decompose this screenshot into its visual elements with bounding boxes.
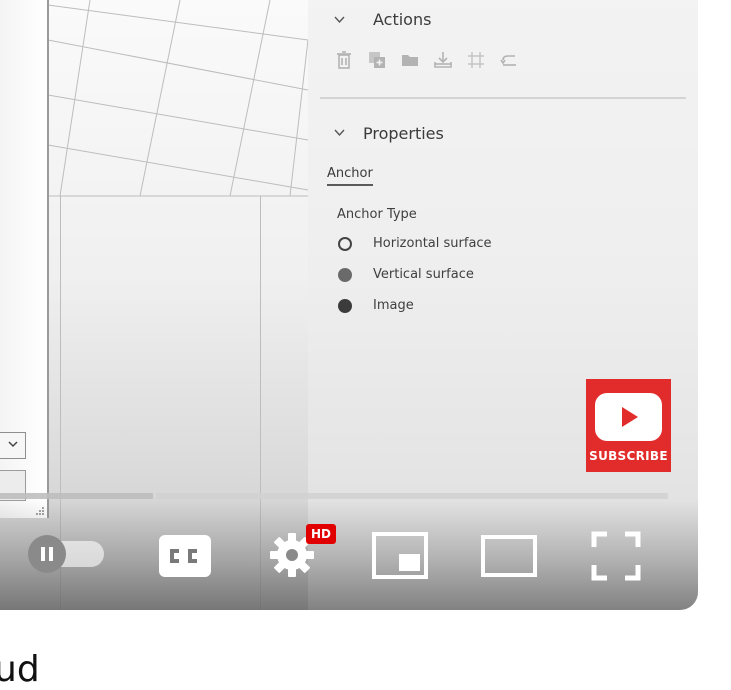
subscribe-label: SUBSCRIBE [589,449,668,463]
left-window [0,0,49,518]
subscribe-button[interactable]: SUBSCRIBE [586,379,671,472]
youtube-logo-icon [595,393,662,441]
video-player[interactable]: Actions Properties Anchor Anchor Type Ho… [0,0,698,610]
radio-vertical-surface[interactable]: Vertical surface [338,267,474,282]
toggle-knob [28,535,66,573]
radio-label: Image [373,298,414,313]
radio-horizontal-surface[interactable]: Horizontal surface [338,236,492,251]
duplicate-icon[interactable] [367,50,387,70]
cc-icon[interactable] [159,535,211,577]
folder-icon[interactable] [400,50,420,70]
autoplay-toggle[interactable] [28,535,104,573]
radio-label: Vertical surface [373,267,474,282]
anchor-type-label: Anchor Type [337,207,417,222]
chevron-down-icon[interactable] [334,16,345,24]
hd-badge: HD [306,524,336,544]
progress-segment [156,493,668,499]
miniplayer-icon[interactable] [372,532,428,579]
chevron-down-icon[interactable] [334,129,345,137]
video-title-fragment: ud [0,649,40,690]
radio-button[interactable] [338,236,352,251]
undo-icon[interactable] [499,50,519,70]
fullscreen-icon[interactable] [591,531,641,581]
progress-segment [0,493,153,499]
radio-button[interactable] [338,298,352,313]
properties-header[interactable]: Properties [363,124,444,143]
download-icon[interactable] [433,50,453,70]
trash-icon[interactable] [334,50,354,70]
section-divider [320,97,686,99]
radio-image[interactable]: Image [338,298,414,313]
dropdown[interactable] [0,432,26,459]
pause-icon [41,547,53,561]
radio-label: Horizontal surface [373,236,492,251]
tab-anchor[interactable]: Anchor [327,166,373,186]
progress-bar[interactable] [0,493,668,499]
crop-icon[interactable] [466,50,486,70]
radio-button[interactable] [338,267,352,282]
actions-header[interactable]: Actions [373,10,431,29]
theater-mode-icon[interactable] [481,535,537,577]
action-toolbar [334,50,519,70]
chevron-down-icon [8,441,18,448]
